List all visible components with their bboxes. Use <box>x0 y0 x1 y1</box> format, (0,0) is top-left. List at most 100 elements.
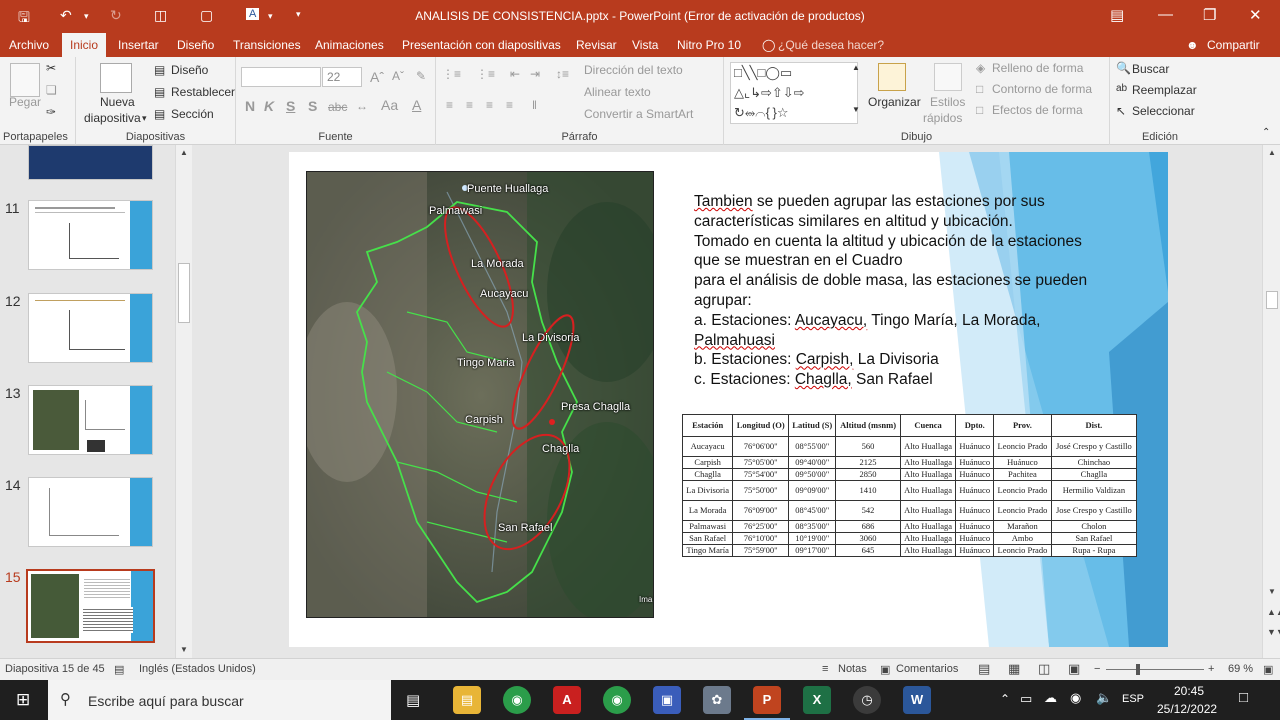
increase-indent-icon[interactable]: ⇥ <box>530 67 540 81</box>
smartart-button[interactable]: Convertir a SmartArt <box>584 107 693 121</box>
align-left-icon[interactable]: ≡ <box>446 98 453 112</box>
arrange-button[interactable]: Organizar <box>868 95 921 109</box>
tab-transiciones[interactable]: Transiciones <box>233 38 301 52</box>
underline-button[interactable]: S <box>286 98 295 114</box>
align-right-icon[interactable]: ≡ <box>486 98 493 112</box>
font-size-input[interactable]: 22 <box>322 67 362 87</box>
paste-button[interactable]: Pegar <box>9 95 41 109</box>
tab-presentacion[interactable]: Presentación con diapositivas <box>402 38 561 52</box>
text-direction-button[interactable]: Dirección del texto <box>584 63 683 77</box>
font-color-icon[interactable]: A <box>412 97 421 113</box>
scroll-down-icon[interactable]: ▼ <box>180 645 188 654</box>
scroll-thumb[interactable] <box>178 263 190 323</box>
increase-font-icon[interactable]: Aˆ <box>370 69 384 85</box>
shapes-scroll-up-icon[interactable]: ▲ <box>852 63 860 72</box>
taskbar-date[interactable]: 25/12/2022 <box>1157 702 1217 716</box>
stations-table[interactable]: Estación Longitud (O) Latitud (S) Altitud (… <box>681 414 1138 557</box>
taskbar-time[interactable]: 20:45 <box>1174 684 1204 698</box>
language-indicator[interactable]: Inglés (Estados Unidos) <box>139 663 256 675</box>
word-taskbar-icon[interactable]: W <box>903 686 931 714</box>
chrome-profile-icon[interactable]: ◉ <box>603 686 631 714</box>
bold-button[interactable]: N <box>245 98 255 114</box>
paste-icon[interactable] <box>10 63 40 97</box>
maximize-icon[interactable]: ❐ <box>1203 6 1216 24</box>
decrease-indent-icon[interactable]: ⇤ <box>510 67 520 81</box>
volume-icon[interactable]: 🔈 <box>1096 690 1112 706</box>
slideshow-icon[interactable]: ▣ <box>1068 661 1080 677</box>
canvas-scrollbar[interactable]: ▲ ▼ ▲▲ ▼▼ <box>1262 145 1280 658</box>
chrome-icon[interactable]: ◉ <box>503 686 531 714</box>
justify-icon[interactable]: ≡ <box>506 98 513 112</box>
spellcheck-icon[interactable]: ▤ <box>114 663 124 676</box>
tab-inicio[interactable]: Inicio <box>62 33 107 57</box>
fit-slide-icon[interactable]: ▣ <box>1263 663 1273 676</box>
new-slide-dropdown-icon[interactable]: ▾ <box>142 113 147 124</box>
clock-app-icon[interactable]: ◷ <box>853 686 881 714</box>
tab-archivo[interactable]: Archivo <box>9 38 49 52</box>
shapes-gallery[interactable]: □╲╲□◯▭ △⌞↳⇨⇧⇩⇨ ↻⥈⌒{ }☆ <box>730 62 858 124</box>
slide-thumb-11[interactable] <box>28 200 153 270</box>
paint-app-icon[interactable]: ✿ <box>703 686 731 714</box>
cut-icon[interactable]: ✂ <box>46 61 56 75</box>
tab-revisar[interactable]: Revisar <box>576 38 617 52</box>
canvas-scroll-down-icon[interactable]: ▼ <box>1268 587 1276 596</box>
powerpoint-taskbar-icon[interactable]: P <box>753 686 781 714</box>
numbering-icon[interactable]: ⋮≡ <box>476 67 495 81</box>
line-spacing-icon[interactable]: ↕≡ <box>556 67 569 81</box>
select-button[interactable]: Seleccionar <box>1132 104 1195 118</box>
previous-slide-icon[interactable]: ▲▲ <box>1267 607 1280 617</box>
comments-button[interactable]: Comentarios <box>896 663 958 675</box>
canvas-scroll-up-icon[interactable]: ▲ <box>1268 148 1276 157</box>
tab-animaciones[interactable]: Animaciones <box>315 38 384 52</box>
notifications-icon[interactable]: □ <box>1239 689 1248 706</box>
new-slide-label-2[interactable]: diapositiva <box>84 111 141 125</box>
slide-text-box[interactable]: Tambien se pueden agrupar las estaciones… <box>694 192 1134 390</box>
current-slide[interactable]: Puente Huallaga Palmawasi La Morada Auca… <box>289 152 1168 647</box>
share-button[interactable]: Compartir <box>1207 38 1260 52</box>
collapse-ribbon-icon[interactable]: ⌃ <box>1262 127 1270 138</box>
tab-diseno[interactable]: Diseño <box>177 38 214 52</box>
font-name-input[interactable] <box>241 67 321 87</box>
layout-button[interactable]: Diseño <box>171 63 208 77</box>
input-language[interactable]: ESP <box>1122 693 1144 705</box>
reading-view-icon[interactable]: ◫ <box>1038 661 1050 677</box>
canvas-scroll-thumb[interactable] <box>1266 291 1278 309</box>
satellite-map[interactable]: Puente Huallaga Palmawasi La Morada Auca… <box>306 171 654 618</box>
replace-button[interactable]: Reemplazar <box>1132 83 1197 97</box>
zoom-in-icon[interactable]: + <box>1208 663 1214 675</box>
clear-format-icon[interactable]: ✎ <box>416 69 426 83</box>
format-painter-icon[interactable]: ✑ <box>46 105 56 119</box>
next-slide-icon[interactable]: ▼▼ <box>1267 627 1280 637</box>
slide-thumb-15[interactable] <box>26 569 155 643</box>
weather-icon[interactable]: ☁ <box>1044 690 1057 706</box>
network-icon[interactable]: ◉ <box>1070 690 1081 706</box>
tab-vista[interactable]: Vista <box>632 38 658 52</box>
tab-nitro[interactable]: Nitro Pro 10 <box>677 38 741 52</box>
zoom-slider[interactable] <box>1106 669 1204 670</box>
quick-styles-label-2[interactable]: rápidos <box>923 111 962 125</box>
strikethrough-button[interactable]: abc <box>328 100 347 114</box>
excel-taskbar-icon[interactable]: X <box>803 686 831 714</box>
battery-icon[interactable]: ▭ <box>1020 691 1032 707</box>
new-slide-icon[interactable] <box>100 63 132 93</box>
zoom-out-icon[interactable]: − <box>1094 663 1100 675</box>
bullets-icon[interactable]: ⋮≡ <box>442 67 461 81</box>
acrobat-icon[interactable]: A <box>553 686 581 714</box>
reset-button[interactable]: Restablecer <box>171 85 235 99</box>
windows-start-icon[interactable]: ⊞ <box>16 690 30 710</box>
scroll-up-icon[interactable]: ▲ <box>180 148 188 157</box>
zoom-slider-thumb[interactable] <box>1136 664 1140 675</box>
decrease-font-icon[interactable]: Aˇ <box>392 69 404 83</box>
slide-thumb-14[interactable] <box>28 477 153 547</box>
change-case-icon[interactable]: Aa <box>381 97 398 113</box>
taskbar-search-box[interactable]: ⚲ Escribe aquí para buscar <box>48 680 391 720</box>
section-button[interactable]: Sección <box>171 107 214 121</box>
align-center-icon[interactable]: ≡ <box>466 98 473 112</box>
tab-insertar[interactable]: Insertar <box>118 38 159 52</box>
columns-icon[interactable]: ‖ <box>532 98 537 112</box>
tray-expand-icon[interactable]: ⌃ <box>1000 692 1010 706</box>
shape-outline-button[interactable]: Contorno de forma <box>992 82 1092 96</box>
shape-effects-button[interactable]: Efectos de forma <box>992 103 1083 117</box>
slide-thumb-13[interactable] <box>28 385 153 455</box>
task-view-icon[interactable]: ▤ <box>406 691 420 709</box>
